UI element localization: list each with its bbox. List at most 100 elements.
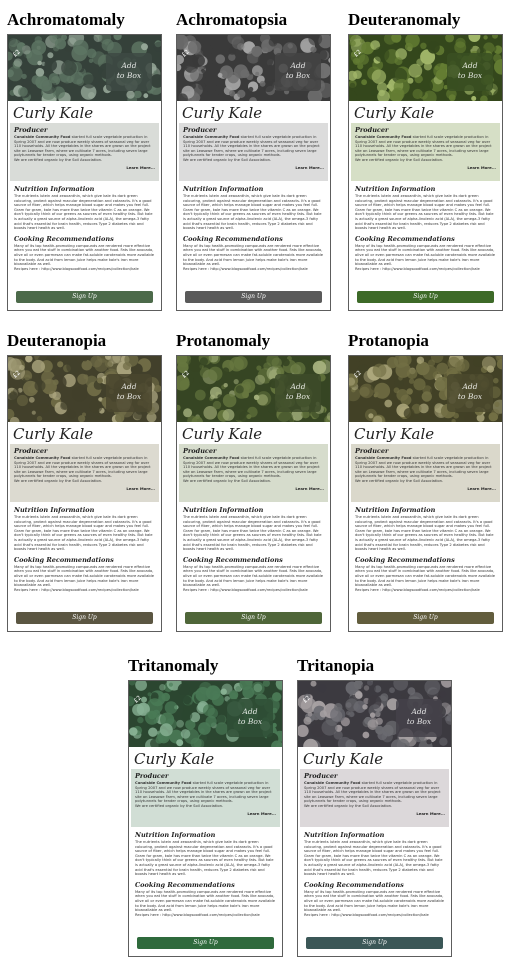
add-to-box-label: Add to Box bbox=[116, 61, 142, 80]
producer-certification: We are certified organic by the Soil Ass… bbox=[183, 157, 272, 162]
add-to-box-label: Add to Box bbox=[406, 707, 432, 726]
sign-up-button[interactable]: Sign Up bbox=[357, 612, 494, 624]
kale-hero-image: £2 Add to Box bbox=[8, 35, 161, 101]
nutrition-heading: Nutrition Information bbox=[304, 831, 385, 839]
simulation-panel: Tritanopia £2 Add to Box Curly Kale Prod… bbox=[297, 652, 459, 957]
add-to-box-label: Add to Box bbox=[116, 382, 142, 401]
product-card: £2 Add to Box Curly Kale Producer Canals… bbox=[348, 34, 503, 311]
learn-more-link[interactable]: Learn More... bbox=[183, 486, 324, 491]
sign-up-label: Sign Up bbox=[241, 293, 266, 300]
add-to-box-button[interactable]: Add to Box bbox=[106, 374, 152, 412]
producer-section: Producer Canalside Community Food starte… bbox=[351, 123, 500, 181]
sign-up-label: Sign Up bbox=[413, 293, 438, 300]
cooking-text: Many of its top health-promoting compoun… bbox=[355, 243, 496, 267]
learn-more-link[interactable]: Learn More... bbox=[355, 486, 496, 491]
cooking-heading: Cooking Recommendations bbox=[304, 880, 404, 889]
sign-up-button[interactable]: Sign Up bbox=[16, 291, 153, 303]
product-title: Curly Kale bbox=[354, 104, 435, 122]
producer-name: Canalside Community Food bbox=[355, 456, 412, 460]
sign-up-label: Sign Up bbox=[193, 939, 218, 946]
recipes-link[interactable]: Recipes here : http://www.blogsoodfood.c… bbox=[355, 588, 496, 593]
cooking-text: Many of its top health-promoting compoun… bbox=[304, 889, 445, 913]
nutrition-section: Nutrition Information The nutrients lute… bbox=[298, 827, 451, 877]
recipes-link[interactable]: Recipes here : http://www.blogsoodfood.c… bbox=[304, 913, 445, 918]
nutrition-heading: Nutrition Information bbox=[355, 506, 436, 514]
producer-certification: We are certified organic by the Soil Ass… bbox=[304, 803, 393, 808]
sign-up-button[interactable]: Sign Up bbox=[16, 612, 153, 624]
simulation-title: Protanopia bbox=[348, 331, 429, 350]
nutrition-text: The nutrients lutein and zeaxanthin, whi… bbox=[355, 515, 494, 552]
nutrition-section: Nutrition Information The nutrients lute… bbox=[129, 827, 282, 877]
nutrition-text: The nutrients lutein and zeaxanthin, whi… bbox=[14, 515, 153, 552]
sign-up-button[interactable]: Sign Up bbox=[185, 291, 322, 303]
product-card: £2 Add to Box Curly Kale Producer Canals… bbox=[348, 355, 503, 632]
recipes-link[interactable]: Recipes here : http://www.blogsoodfood.c… bbox=[183, 267, 324, 272]
producer-name: Canalside Community Food bbox=[135, 781, 192, 785]
cooking-section: Cooking Recommendations Many of its top … bbox=[298, 877, 451, 918]
producer-certification: We are certified organic by the Soil Ass… bbox=[14, 478, 103, 483]
kale-hero-image: £2 Add to Box bbox=[349, 35, 502, 101]
product-title: Curly Kale bbox=[182, 425, 263, 443]
learn-more-link[interactable]: Learn More... bbox=[135, 811, 276, 816]
nutrition-text: The nutrients lutein and zeaxanthin, whi… bbox=[183, 515, 322, 552]
sign-up-button[interactable]: Sign Up bbox=[185, 612, 322, 624]
cooking-heading: Cooking Recommendations bbox=[135, 880, 235, 889]
nutrition-heading: Nutrition Information bbox=[183, 185, 264, 193]
recipes-link[interactable]: Recipes here : http://www.blogsoodfood.c… bbox=[355, 267, 496, 272]
nutrition-text: The nutrients lutein and zeaxanthin, whi… bbox=[355, 194, 494, 231]
recipes-link[interactable]: Recipes here : http://www.blogsoodfood.c… bbox=[183, 588, 324, 593]
add-to-box-button[interactable]: Add to Box bbox=[275, 374, 321, 412]
nutrition-text: The nutrients lutein and zeaxanthin, whi… bbox=[14, 194, 153, 231]
learn-more-link[interactable]: Learn More... bbox=[183, 165, 324, 170]
add-to-box-button[interactable]: Add to Box bbox=[227, 699, 273, 737]
simulation-panel: Achromatopsia £2 Add to Box Curly Kale P… bbox=[176, 6, 338, 311]
sign-up-button[interactable]: Sign Up bbox=[357, 291, 494, 303]
product-title: Curly Kale bbox=[303, 750, 384, 768]
sign-up-label: Sign Up bbox=[241, 614, 266, 621]
cooking-heading: Cooking Recommendations bbox=[355, 555, 455, 564]
nutrition-section: Nutrition Information The nutrients lute… bbox=[8, 502, 161, 552]
product-card: £2 Add to Box Curly Kale Producer Canals… bbox=[128, 680, 283, 957]
nutrition-heading: Nutrition Information bbox=[14, 506, 95, 514]
producer-heading: Producer bbox=[183, 126, 217, 134]
simulation-title: Deuteranopia bbox=[7, 331, 107, 350]
kale-hero-image: £2 Add to Box bbox=[349, 356, 502, 422]
sign-up-button[interactable]: Sign Up bbox=[306, 937, 443, 949]
recipes-link[interactable]: Recipes here : http://www.blogsoodfood.c… bbox=[135, 913, 276, 918]
product-title: Curly Kale bbox=[354, 425, 435, 443]
learn-more-link[interactable]: Learn More... bbox=[14, 486, 155, 491]
cooking-text: Many of its top health-promoting compoun… bbox=[355, 564, 496, 588]
simulation-panel: Deuteranopia £2 Add to Box Curly Kale Pr… bbox=[7, 327, 169, 632]
learn-more-link[interactable]: Learn More... bbox=[304, 811, 445, 816]
add-to-box-button[interactable]: Add to Box bbox=[396, 699, 442, 737]
kale-hero-image: £2 Add to Box bbox=[177, 35, 330, 101]
nutrition-heading: Nutrition Information bbox=[14, 185, 95, 193]
nutrition-section: Nutrition Information The nutrients lute… bbox=[8, 181, 161, 231]
nutrition-heading: Nutrition Information bbox=[183, 506, 264, 514]
producer-section: Producer Canalside Community Food starte… bbox=[10, 123, 159, 181]
producer-description: Canalside Community Food started full sc… bbox=[304, 781, 445, 809]
simulation-title: Achromatopsia bbox=[176, 10, 288, 29]
cooking-section: Cooking Recommendations Many of its top … bbox=[129, 877, 282, 918]
sign-up-button[interactable]: Sign Up bbox=[137, 937, 274, 949]
add-to-box-button[interactable]: Add to Box bbox=[106, 53, 152, 91]
nutrition-text: The nutrients lutein and zeaxanthin, whi… bbox=[183, 194, 322, 231]
add-to-box-button[interactable]: Add to Box bbox=[447, 374, 493, 412]
learn-more-link[interactable]: Learn More... bbox=[14, 165, 155, 170]
add-to-box-label: Add to Box bbox=[237, 707, 263, 726]
kale-hero-image: £2 Add to Box bbox=[177, 356, 330, 422]
add-to-box-button[interactable]: Add to Box bbox=[447, 53, 493, 91]
cooking-text: Many of its top health-promoting compoun… bbox=[14, 564, 155, 588]
recipes-link[interactable]: Recipes here : http://www.blogsoodfood.c… bbox=[14, 267, 155, 272]
nutrition-heading: Nutrition Information bbox=[135, 831, 216, 839]
simulation-title: Tritanomaly bbox=[128, 656, 219, 675]
nutrition-text: The nutrients lutein and zeaxanthin, whi… bbox=[135, 840, 274, 877]
recipes-link[interactable]: Recipes here : http://www.blogsoodfood.c… bbox=[14, 588, 155, 593]
add-to-box-label: Add to Box bbox=[457, 382, 483, 401]
simulation-title: Protanomaly bbox=[176, 331, 271, 350]
cooking-heading: Cooking Recommendations bbox=[183, 234, 283, 243]
learn-more-link[interactable]: Learn More... bbox=[355, 165, 496, 170]
producer-name: Canalside Community Food bbox=[14, 456, 71, 460]
add-to-box-button[interactable]: Add to Box bbox=[275, 53, 321, 91]
cooking-section: Cooking Recommendations Many of its top … bbox=[177, 231, 330, 272]
